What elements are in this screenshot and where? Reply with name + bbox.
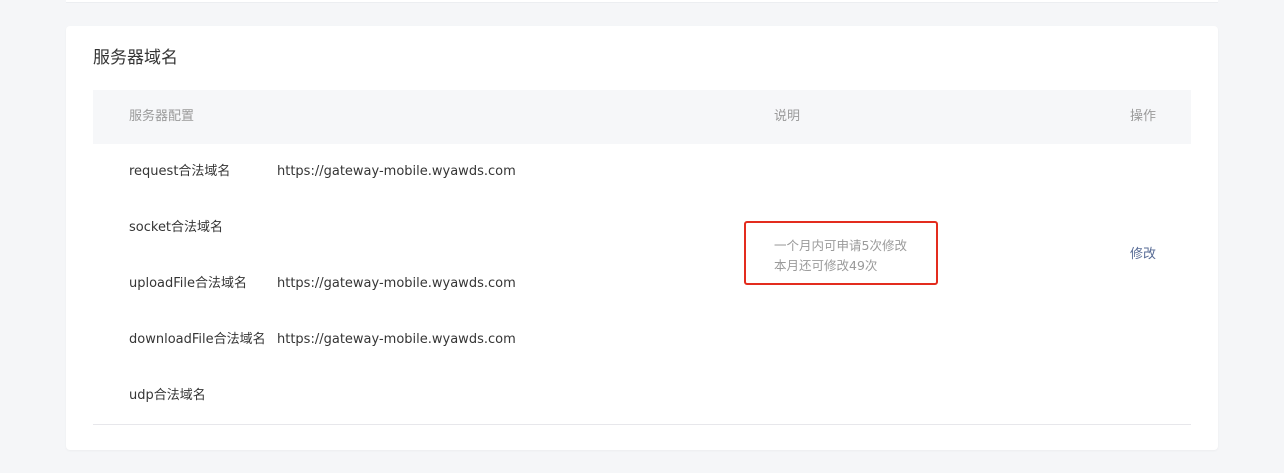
previous-card-edge — [66, 0, 1218, 3]
table-row-request: request合法域名 https://gateway-mobile.wyawds… — [129, 162, 516, 182]
column-header-action: 操作 — [1130, 109, 1157, 124]
remaining-modifications-text: 本月还可修改49次 — [774, 258, 878, 273]
domain-type-label: socket合法域名 — [129, 220, 224, 235]
domain-type-label: udp合法域名 — [129, 388, 206, 403]
table-row-downloadfile: downloadFile合法域名 https://gateway-mobile.w… — [129, 330, 516, 350]
domain-type-label: request合法域名 — [129, 164, 231, 179]
domain-value: https://gateway-mobile.wyawds.com — [277, 276, 516, 291]
table-row-uploadfile: uploadFile合法域名 https://gateway-mobile.wya… — [129, 274, 516, 294]
server-domain-table: 服务器配置 说明 操作 request合法域名 https://gateway-m… — [93, 90, 1191, 425]
domain-type-label: downloadFile合法域名 — [129, 332, 266, 347]
card-title: 服务器域名 — [93, 48, 178, 68]
modification-limit-highlight: 一个月内可申请5次修改 本月还可修改49次 — [744, 221, 938, 285]
server-domain-card: 服务器域名 服务器配置 说明 操作 request合法域名 https://gat… — [66, 26, 1218, 450]
domain-value: https://gateway-mobile.wyawds.com — [277, 332, 516, 347]
domain-value: https://gateway-mobile.wyawds.com — [277, 164, 516, 179]
table-header: 服务器配置 说明 操作 — [93, 90, 1191, 144]
column-header-description: 说明 — [774, 109, 801, 124]
table-row-socket: socket合法域名 — [129, 218, 277, 238]
column-header-config: 服务器配置 — [129, 109, 195, 124]
modify-link[interactable]: 修改 — [1130, 245, 1156, 265]
domain-type-label: uploadFile合法域名 — [129, 276, 248, 291]
table-row-udp: udp合法域名 — [129, 386, 277, 406]
modification-limit-text: 一个月内可申请5次修改 — [774, 238, 907, 253]
